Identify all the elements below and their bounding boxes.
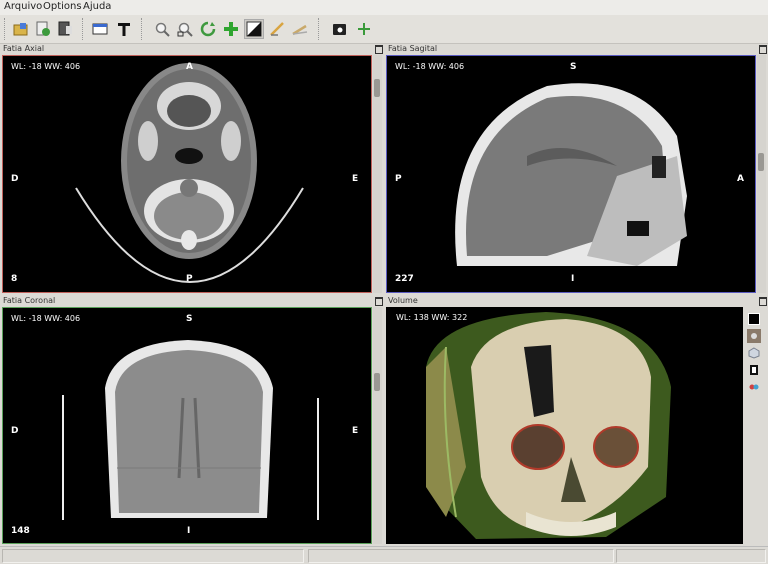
screenshot-icon[interactable]: [330, 19, 350, 39]
export-icon[interactable]: [55, 19, 75, 39]
axial-pane: Fatia Axial WL: -18 WW: 406 A P D E 8: [0, 44, 384, 295]
axial-pane-header: Fatia Axial: [0, 44, 384, 54]
axial-scrollbar[interactable]: [373, 55, 382, 293]
crosshair-icon[interactable]: [221, 19, 241, 39]
maximize-icon[interactable]: [375, 45, 383, 54]
toolbar-separator: [82, 18, 85, 40]
background-color-icon[interactable]: [747, 312, 761, 326]
menu-file[interactable]: Arquivo: [4, 1, 42, 12]
status-field-main: [2, 549, 304, 563]
volume-wlww-readout: WL: 138 WW: 322: [396, 313, 468, 322]
coronal-viewport[interactable]: WL: -18 WW: 406 S I D E 148: [2, 307, 372, 544]
stereo-icon[interactable]: [747, 380, 761, 394]
coronal-orientation-left: D: [11, 426, 19, 436]
toolbar-separator: [318, 18, 321, 40]
axial-slice-number: 8: [11, 274, 18, 284]
main-toolbar: [0, 15, 768, 44]
maximize-icon[interactable]: [759, 297, 767, 306]
text-icon[interactable]: [114, 19, 134, 39]
sagittal-scrollbar[interactable]: [757, 55, 766, 293]
sagittal-viewport[interactable]: WL: -18 WW: 406 S I P A 227: [386, 55, 756, 293]
coronal-orientation-bottom: I: [187, 526, 191, 536]
coronal-pane-header: Fatia Coronal: [0, 296, 384, 306]
volume-viewport[interactable]: WL: 138 WW: 322: [386, 307, 743, 544]
sagittal-scrollbar-thumb[interactable]: [758, 153, 764, 171]
axial-orientation-left: D: [11, 174, 19, 184]
axial-viewport[interactable]: WL: -18 WW: 406 A P D E 8: [2, 55, 372, 293]
volume-pane: Volume WL: 138 WW: 322: [385, 296, 768, 546]
axial-orientation-right: E: [352, 174, 359, 184]
coronal-slice-number: 148: [11, 526, 30, 536]
axial-orientation-top: A: [186, 62, 193, 72]
maximize-icon[interactable]: [759, 45, 767, 54]
axial-scrollbar-thumb[interactable]: [374, 79, 380, 97]
cube-icon[interactable]: [747, 346, 761, 360]
zoom-in-icon[interactable]: [152, 19, 172, 39]
coronal-slice-image: [62, 340, 319, 520]
volume-side-toolbar: [745, 309, 763, 397]
add-icon[interactable]: [354, 19, 374, 39]
status-field-right: [616, 549, 766, 563]
axial-slice-image: [75, 63, 304, 283]
sagittal-wlww-readout: WL: -18 WW: 406: [395, 62, 465, 71]
window-layout-icon[interactable]: [90, 19, 110, 39]
coronal-wlww-readout: WL: -18 WW: 406: [11, 314, 81, 323]
sagittal-pane: Fatia Sagital WL: -18 WW: 406 S I P A 22…: [385, 44, 768, 295]
menu-help[interactable]: Ajuda: [83, 1, 111, 12]
axial-pane-title: Fatia Axial: [3, 44, 45, 53]
sagittal-orientation-left: P: [395, 174, 402, 184]
sagittal-orientation-bottom: I: [571, 274, 575, 284]
axial-orientation-bottom: P: [186, 274, 193, 284]
sagittal-pane-title: Fatia Sagital: [388, 44, 438, 53]
axial-wlww-readout: WL: -18 WW: 406: [11, 62, 81, 71]
menu-options[interactable]: Options: [43, 1, 82, 12]
coronal-orientation-top: S: [186, 314, 193, 324]
rotate-icon[interactable]: [198, 19, 218, 39]
import-icon[interactable]: [33, 19, 53, 39]
sagittal-slice-image: [455, 83, 687, 266]
coronal-orientation-right: E: [352, 426, 359, 436]
open-folder-icon[interactable]: [11, 19, 31, 39]
reset-view-icon[interactable]: [747, 363, 761, 377]
coronal-scrollbar[interactable]: [373, 307, 382, 544]
toolbar-separator: [141, 18, 144, 40]
coronal-pane-title: Fatia Coronal: [3, 296, 56, 305]
window-level-icon[interactable]: [244, 19, 264, 39]
volume-render-image: [426, 312, 671, 539]
sagittal-orientation-right: A: [737, 174, 744, 184]
status-field-middle: [308, 549, 614, 563]
sagittal-slice-number: 227: [395, 274, 414, 284]
status-bar: [0, 546, 768, 564]
raycasting-icon[interactable]: [747, 329, 761, 343]
sagittal-pane-header: Fatia Sagital: [385, 44, 768, 54]
maximize-icon[interactable]: [375, 297, 383, 306]
measure-icon[interactable]: [267, 19, 287, 39]
volume-pane-header: Volume: [385, 296, 768, 306]
sagittal-orientation-top: S: [570, 62, 577, 72]
coronal-scrollbar-thumb[interactable]: [374, 373, 380, 391]
angle-icon[interactable]: [290, 19, 310, 39]
zoom-region-icon[interactable]: [175, 19, 195, 39]
coronal-pane: Fatia Coronal WL: -18 WW: 406 S I D E 14…: [0, 296, 384, 546]
volume-pane-title: Volume: [388, 296, 418, 305]
menu-bar: Arquivo Options Ajuda: [0, 0, 768, 15]
toolbar-separator: [4, 18, 7, 40]
